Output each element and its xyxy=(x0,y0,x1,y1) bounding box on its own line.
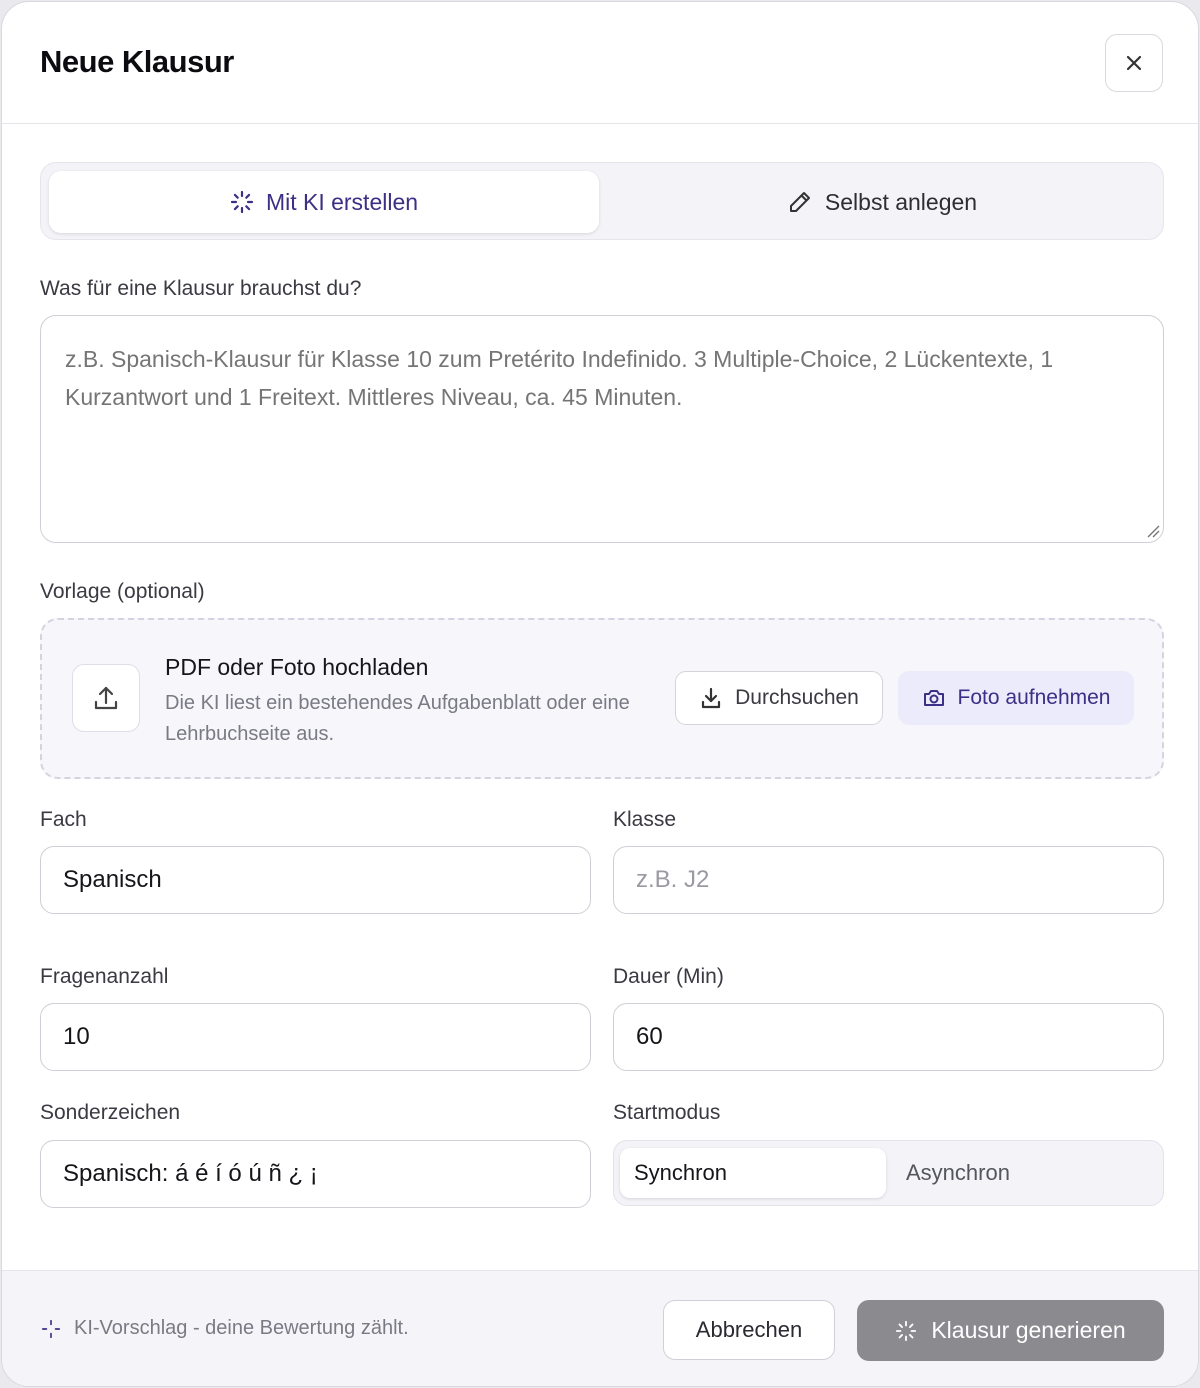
tab-manual-create[interactable]: Selbst anlegen xyxy=(607,171,1157,233)
special-chars-label: Sonderzeichen xyxy=(40,1101,181,1124)
resize-grip-icon[interactable] xyxy=(1146,524,1160,538)
class-label: Klasse xyxy=(613,808,677,831)
questions-input[interactable]: 10 xyxy=(40,1003,591,1071)
take-photo-button[interactable]: Foto aufnehmen xyxy=(898,671,1134,725)
mode-synchron[interactable]: Synchron xyxy=(620,1148,886,1198)
sparkle-loader-icon xyxy=(230,190,254,214)
dialog-title: Neue Klausur xyxy=(40,44,234,79)
upload-icon-box xyxy=(72,664,140,732)
dialog-header: Neue Klausur xyxy=(2,2,1198,124)
questions-label: Fragenanzahl xyxy=(40,965,169,988)
mode-asynchron[interactable]: Asynchron xyxy=(892,1148,1158,1198)
generate-exam-label: Klausur generieren xyxy=(931,1317,1126,1343)
start-mode-label: Startmodus xyxy=(613,1101,721,1124)
tab-ai-label: Mit KI erstellen xyxy=(265,188,419,215)
cancel-button[interactable]: Abbrechen xyxy=(663,1300,835,1360)
special-chars-input[interactable]: Spanisch: á é í ó ú ñ ¿ ¡ xyxy=(40,1140,591,1208)
prompt-label: Was für eine Klausur brauchst du? xyxy=(40,277,362,300)
template-label: Vorlage (optional) xyxy=(40,580,205,603)
subject-input[interactable]: Spanisch xyxy=(40,846,591,914)
generate-exam-button[interactable]: Klausur generieren xyxy=(857,1300,1164,1361)
take-photo-label: Foto aufnehmen xyxy=(957,686,1111,709)
ai-hint: KI-Vorschlag - deine Bewertung zählt. xyxy=(40,1317,409,1340)
start-mode-toggle: Synchron Asynchron xyxy=(613,1140,1164,1206)
upload-icon xyxy=(91,683,121,713)
new-exam-dialog: Neue Klausur Mit KI erstellen Selbst anl… xyxy=(1,1,1199,1387)
download-icon xyxy=(699,686,723,710)
tab-ai-create[interactable]: Mit KI erstellen xyxy=(49,171,599,233)
browse-label: Durchsuchen xyxy=(735,686,859,709)
sparkle-loader-icon xyxy=(895,1320,917,1342)
creation-mode-tabs: Mit KI erstellen Selbst anlegen xyxy=(40,162,1164,240)
duration-label: Dauer (Min) xyxy=(613,965,724,988)
subject-label: Fach xyxy=(40,808,87,831)
close-button[interactable] xyxy=(1105,34,1163,92)
duration-input[interactable]: 60 xyxy=(613,1003,1164,1071)
dialog-footer: KI-Vorschlag - deine Bewertung zählt. Ab… xyxy=(2,1270,1198,1386)
ai-hint-text: KI-Vorschlag - deine Bewertung zählt. xyxy=(74,1317,409,1339)
class-input[interactable]: z.B. J2 xyxy=(613,846,1164,914)
close-icon xyxy=(1124,53,1144,73)
upload-description: Die KI liest ein bestehendes Aufgabenbla… xyxy=(165,692,630,745)
pencil-icon xyxy=(787,189,813,215)
sparkle-loader-icon xyxy=(40,1318,62,1340)
upload-dropzone[interactable]: PDF oder Foto hochladen Die KI liest ein… xyxy=(40,618,1164,779)
camera-icon xyxy=(922,687,946,709)
browse-button[interactable]: Durchsuchen xyxy=(675,671,883,725)
upload-title: PDF oder Foto hochladen xyxy=(165,654,429,680)
prompt-textarea[interactable] xyxy=(40,315,1164,543)
tab-manual-label: Selbst anlegen xyxy=(824,188,978,215)
